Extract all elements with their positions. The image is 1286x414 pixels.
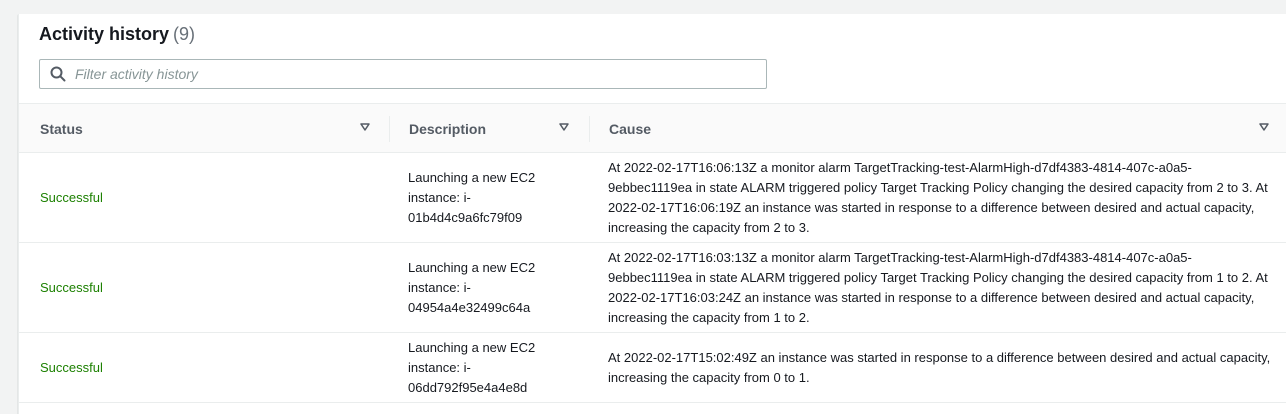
cause-text: At 2022-02-17T16:03:13Z a monitor alarm … xyxy=(608,250,1268,325)
column-label: Status xyxy=(40,121,83,137)
description-text: Launching a new EC2 instance: i-01b4d4c9… xyxy=(408,170,536,225)
search-placeholder: Filter activity history xyxy=(75,66,198,82)
table-row: Successful Launching a new EC2 instance:… xyxy=(19,153,1286,243)
search-input[interactable]: Filter activity history xyxy=(39,59,767,89)
status-text: Successful xyxy=(40,360,103,375)
sort-caret-icon[interactable] xyxy=(1259,123,1269,131)
activity-count: (9) xyxy=(173,24,196,44)
column-header-status[interactable]: Status xyxy=(40,104,390,152)
table-row: Successful Launching a new EC2 instance:… xyxy=(19,243,1286,333)
cause-text: At 2022-02-17T15:02:49Z an instance was … xyxy=(608,350,1271,385)
activity-history-panel: Activity history (9) Filter activity hist… xyxy=(18,14,1286,414)
status-text: Successful xyxy=(40,190,103,205)
sort-caret-icon[interactable] xyxy=(360,123,370,131)
column-divider[interactable] xyxy=(589,116,590,142)
search-icon xyxy=(50,66,66,82)
column-header-description[interactable]: Description xyxy=(409,104,589,152)
description-text: Launching a new EC2 instance: i-06dd792f… xyxy=(408,340,536,395)
column-label: Description xyxy=(409,121,487,137)
column-header-cause[interactable]: Cause xyxy=(609,104,1279,152)
cause-text: At 2022-02-17T16:06:13Z a monitor alarm … xyxy=(608,160,1268,235)
column-label: Cause xyxy=(609,121,652,137)
page-title: Activity history (9) xyxy=(39,24,195,45)
title-text: Activity history xyxy=(39,24,170,44)
sort-caret-icon[interactable] xyxy=(559,123,569,131)
table-row: Successful Launching a new EC2 instance:… xyxy=(19,333,1286,403)
panel-header: Activity history (9) Filter activity hist… xyxy=(19,14,1286,103)
description-text: Launching a new EC2 instance: i-04954a4e… xyxy=(408,260,536,315)
column-divider[interactable] xyxy=(389,116,390,142)
status-text: Successful xyxy=(40,280,103,295)
table-header: Status Description Cause xyxy=(19,103,1286,153)
